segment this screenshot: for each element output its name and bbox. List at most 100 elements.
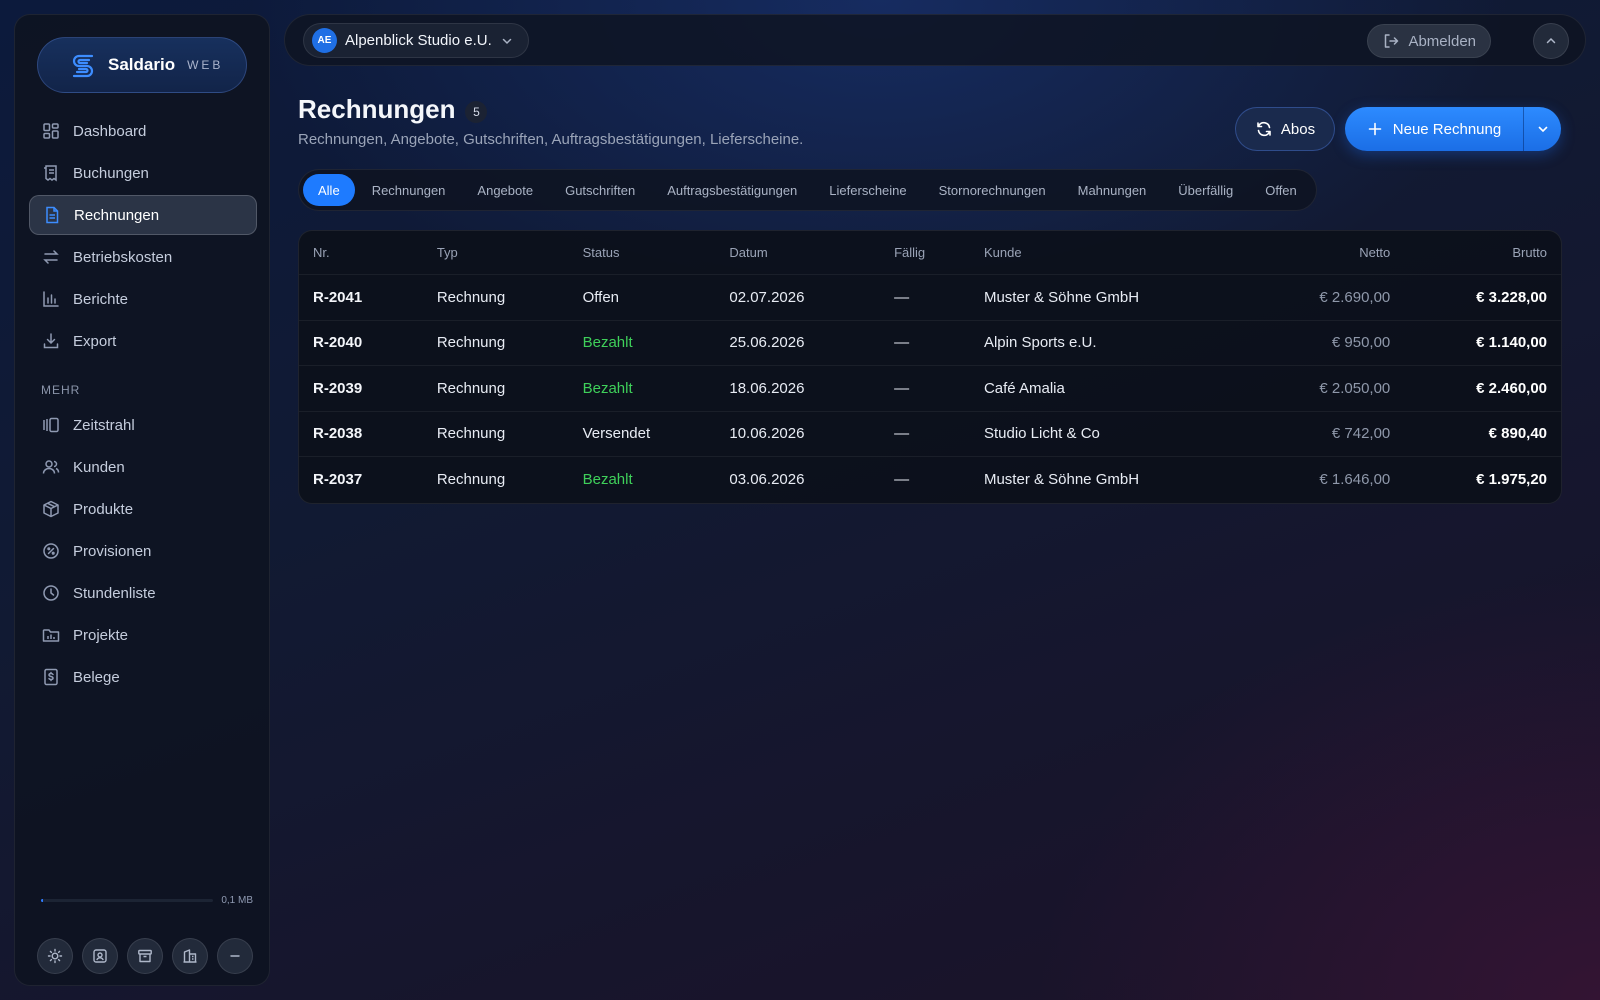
profile-button[interactable] (82, 938, 118, 974)
minimize-button[interactable] (217, 938, 253, 974)
download-icon (41, 331, 61, 351)
count-badge: 5 (465, 100, 488, 123)
column-header-typ[interactable]: Typ (423, 245, 569, 260)
cell-brutto: € 890,40 (1488, 425, 1548, 443)
cell-typ: Rechnung (436, 379, 506, 397)
tab-rechnungen[interactable]: Rechnungen (357, 174, 461, 206)
column-header-faellig[interactable]: Fällig (880, 245, 970, 260)
page-subtitle: Rechnungen, Angebote, Gutschriften, Auft… (298, 131, 804, 148)
column-header-brutto[interactable]: Brutto (1390, 245, 1561, 260)
table-row[interactable]: R-2039 Rechnung Bezahlt 18.06.2026 — Caf… (299, 366, 1561, 412)
timeline-icon (41, 415, 61, 435)
sidebar-item-label: Belege (73, 668, 120, 686)
tab-offen[interactable]: Offen (1250, 174, 1312, 206)
sidebar-item-rechnungen[interactable]: Rechnungen (29, 195, 257, 235)
table-row[interactable]: R-2038 Rechnung Versendet 10.06.2026 — S… (299, 412, 1561, 457)
brand-name: Saldario (108, 55, 176, 74)
cell-netto: € 950,00 (1331, 334, 1391, 352)
cell-kunde: Muster & Söhne GmbH (983, 288, 1140, 306)
sidebar-item-stundenliste[interactable]: Stundenliste (29, 573, 257, 613)
cell-datum: 03.06.2026 (729, 471, 805, 489)
status-badge: Versendet (582, 425, 651, 443)
company-button[interactable] (172, 938, 208, 974)
sidebar-item-label: Dashboard (73, 122, 147, 140)
cell-faellig: — (894, 334, 910, 352)
cell-nr: R-2040 (313, 334, 363, 352)
column-header-datum[interactable]: Datum (715, 245, 880, 260)
receipt-icon (41, 163, 61, 183)
sidebar-item-berichte[interactable]: Berichte (29, 279, 257, 319)
users-icon (41, 457, 61, 477)
organization-switcher[interactable]: AE Alpenblick Studio e.U. (303, 23, 529, 58)
contact-card-icon (92, 948, 108, 964)
cell-nr: R-2039 (313, 379, 363, 397)
logout-button[interactable]: Abmelden (1367, 24, 1491, 58)
cell-datum: 10.06.2026 (729, 425, 805, 443)
bar-chart-icon (41, 289, 61, 309)
table-row[interactable]: R-2040 Rechnung Bezahlt 25.06.2026 — Alp… (299, 321, 1561, 366)
sidebar-item-produkte[interactable]: Produkte (29, 489, 257, 529)
sidebar-item-label: Buchungen (73, 164, 149, 182)
cell-nr: R-2037 (313, 471, 363, 489)
brand-sub: WEB (187, 58, 224, 72)
column-header-nr[interactable]: Nr. (299, 245, 423, 260)
archive-button[interactable] (127, 938, 163, 974)
sidebar-bottom-actions (37, 938, 253, 974)
tab-auftragsbestaetigungen[interactable]: Auftragsbestätigungen (652, 174, 812, 206)
tab-angebote[interactable]: Angebote (462, 174, 548, 206)
collapse-button[interactable] (1533, 23, 1569, 59)
sidebar-item-label: Export (73, 332, 117, 350)
sidebar-item-projekte[interactable]: Projekte (29, 615, 257, 655)
column-header-netto[interactable]: Netto (1214, 245, 1390, 260)
table-row[interactable]: R-2041 Rechnung Offen 02.07.2026 — Muste… (299, 275, 1561, 321)
cell-kunde: Muster & Söhne GmbH (983, 471, 1140, 489)
tab-ueberfaellig[interactable]: Überfällig (1163, 174, 1248, 206)
new-invoice-button[interactable]: Neue Rechnung (1345, 107, 1523, 151)
cell-datum: 18.06.2026 (729, 379, 805, 397)
refresh-icon (1255, 120, 1273, 138)
cell-netto: € 1.646,00 (1319, 471, 1391, 489)
sidebar-item-label: Provisionen (73, 542, 152, 560)
brand-logo-button[interactable]: Saldario WEB (37, 37, 247, 93)
sidebar-item-dashboard[interactable]: Dashboard (29, 111, 257, 151)
cell-brutto: € 3.228,00 (1476, 288, 1548, 306)
sidebar-item-label: Rechnungen (74, 206, 160, 224)
chevron-up-icon (1544, 34, 1558, 48)
percent-badge-icon (41, 541, 61, 561)
tab-mahnungen[interactable]: Mahnungen (1063, 174, 1162, 206)
tab-alle[interactable]: Alle (303, 174, 355, 206)
chevron-down-icon (500, 34, 514, 48)
minus-icon (227, 948, 243, 964)
tab-lieferscheine[interactable]: Lieferscheine (814, 174, 921, 206)
cell-netto: € 742,00 (1331, 425, 1391, 443)
cell-nr: R-2041 (313, 288, 363, 306)
sidebar-item-buchungen[interactable]: Buchungen (29, 153, 257, 193)
saldario-logo-icon (68, 50, 98, 80)
new-invoice-dropdown-button[interactable] (1523, 107, 1561, 151)
cell-kunde: Alpin Sports e.U. (983, 334, 1097, 352)
sidebar-item-export[interactable]: Export (29, 321, 257, 361)
column-header-kunde[interactable]: Kunde (970, 245, 1214, 260)
sidebar-item-kunden[interactable]: Kunden (29, 447, 257, 487)
cell-faellig: — (894, 288, 910, 306)
sidebar-item-label: Betriebskosten (73, 248, 173, 266)
sidebar-item-provisionen[interactable]: Provisionen (29, 531, 257, 571)
sidebar: Saldario WEB Dashboard Buchungen Rechnun… (14, 14, 270, 986)
theme-toggle-button[interactable] (37, 938, 73, 974)
column-header-status[interactable]: Status (569, 245, 716, 260)
cell-typ: Rechnung (436, 334, 506, 352)
abos-button[interactable]: Abos (1235, 107, 1335, 151)
logout-label: Abmelden (1408, 32, 1476, 50)
sidebar-item-label: Produkte (73, 500, 134, 518)
tab-gutschriften[interactable]: Gutschriften (550, 174, 650, 206)
sidebar-item-betriebskosten[interactable]: Betriebskosten (29, 237, 257, 277)
section-label-mehr: MEHR (41, 383, 81, 397)
cell-kunde: Studio Licht & Co (983, 425, 1100, 443)
table-row[interactable]: R-2037 Rechnung Bezahlt 03.06.2026 — Mus… (299, 457, 1561, 503)
sidebar-item-zeitstrahl[interactable]: Zeitstrahl (29, 405, 257, 445)
cell-kunde: Café Amalia (983, 379, 1065, 397)
cell-nr: R-2038 (313, 425, 363, 443)
dollar-receipt-icon (41, 667, 61, 687)
sidebar-item-belege[interactable]: Belege (29, 657, 257, 697)
tab-stornorechnungen[interactable]: Stornorechnungen (924, 174, 1061, 206)
